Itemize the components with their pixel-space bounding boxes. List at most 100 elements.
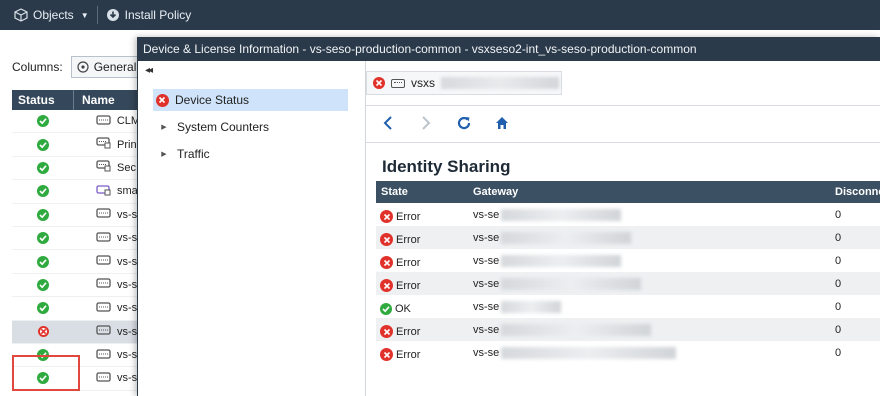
gateway-icon: [96, 325, 111, 338]
table-row[interactable]: vs-s: [12, 204, 140, 227]
table-row[interactable]: CLM: [12, 110, 140, 134]
table-row[interactable]: Error vs-se 0: [376, 272, 880, 295]
table-row[interactable]: vs-s: [12, 227, 140, 251]
name-text: vs-s: [117, 325, 138, 338]
redacted-text: [501, 231, 632, 244]
back-arrow-icon[interactable]: [380, 115, 396, 133]
table-row[interactable]: Error vs-se 0: [376, 249, 880, 272]
name-cell: sma: [74, 184, 138, 199]
status-cell: [12, 138, 74, 151]
gateways-panel: Columns: General Status Name CLM Prin Sec s…: [0, 30, 151, 396]
gateway-icon: [96, 348, 111, 362]
state-column-header[interactable]: State: [376, 186, 473, 198]
state-cell: OK: [376, 299, 473, 315]
table-row[interactable]: Error vs-se 0: [376, 341, 880, 364]
error-icon: [380, 348, 393, 361]
smart-icon: [96, 184, 111, 199]
name-text: vs-s: [117, 255, 138, 268]
objects-menu[interactable]: Objects ▼: [6, 0, 97, 30]
navigation-bar: [366, 105, 880, 143]
forward-arrow-icon[interactable]: [418, 115, 434, 133]
state-text: Error: [396, 233, 421, 246]
state-cell: Error: [376, 275, 473, 292]
tree-item-label: Traffic: [177, 147, 210, 161]
gateway-text: vs-se: [473, 208, 500, 221]
chevron-down-icon: ▼: [80, 10, 89, 20]
install-icon: [106, 9, 119, 21]
check-icon: [37, 138, 49, 151]
table-row[interactable]: OK vs-se 0: [376, 295, 880, 318]
status-cell: [12, 208, 74, 221]
table-row[interactable]: Sec: [12, 157, 140, 181]
table-row[interactable]: vs-s: [12, 320, 140, 344]
state-text: Error: [396, 325, 421, 338]
table-row[interactable]: vs-s: [12, 297, 140, 321]
gateway-text: vs-se: [473, 323, 500, 336]
tree-item-device-status[interactable]: Device Status: [153, 89, 348, 111]
home-icon[interactable]: [494, 115, 510, 133]
expand-arrow-icon[interactable]: ▶: [155, 150, 173, 158]
identity-table-header: State Gateway Disconnec: [376, 181, 880, 203]
redacted-text: [501, 277, 642, 290]
columns-dropdown-value: General: [93, 60, 137, 74]
gateway-icon: [96, 372, 111, 385]
top-toolbar: Objects ▼ Install Policy: [0, 0, 880, 30]
tree-item-traffic[interactable]: ▶ Traffic: [153, 143, 348, 165]
name-cell: Sec: [74, 160, 136, 175]
object-tab-label: vsxs: [411, 76, 435, 90]
name-text: vs-s: [117, 278, 138, 291]
name-cell: Prin: [74, 137, 137, 152]
table-row[interactable]: Error vs-se 0: [376, 318, 880, 341]
columns-selector-row: Columns: General: [12, 56, 151, 78]
gateway-column-header[interactable]: Gateway: [473, 186, 835, 198]
check-icon: [37, 302, 49, 315]
redacted-text: [501, 323, 652, 336]
table-row[interactable]: vs-s: [12, 274, 140, 298]
error-icon: [380, 256, 393, 269]
status-column-header[interactable]: Status: [12, 90, 74, 110]
dialog-title: Device & License Information - vs-seso-p…: [138, 37, 880, 61]
table-row[interactable]: Prin: [12, 133, 140, 157]
state-text: Error: [396, 210, 421, 223]
tree-item-system-counters[interactable]: ▶ System Counters: [153, 116, 348, 138]
gateway-icon: [96, 278, 111, 291]
object-tab[interactable]: vsxs: [366, 71, 562, 95]
disconnect-column-header[interactable]: Disconnec: [835, 186, 880, 198]
gateway-text: vs-se: [473, 254, 500, 267]
install-policy-button[interactable]: Install Policy: [98, 0, 200, 30]
status-cell: [12, 278, 74, 291]
redacted-text: [501, 254, 622, 267]
state-text: Error: [396, 256, 421, 269]
state-cell: Error: [376, 344, 473, 361]
gateway-icon: [96, 231, 111, 245]
status-cell: [12, 161, 74, 174]
table-row[interactable]: vs-s: [12, 250, 140, 274]
identity-sharing-table: State Gateway Disconnec Errorvs-se0Error…: [376, 181, 880, 364]
status-cell: [12, 232, 74, 245]
status-cell: [12, 255, 74, 268]
redacted-text: [441, 77, 559, 89]
disconnect-cell: 0: [835, 300, 842, 313]
gateway-text: vs-se: [473, 231, 500, 244]
gateways-table: Status Name CLM Prin Sec sma vs-s vs-s vs-s vs-…: [12, 90, 140, 391]
view-icon: [77, 61, 89, 73]
redacted-text: [501, 208, 622, 221]
name-column-header[interactable]: Name: [74, 93, 115, 107]
expand-arrow-icon[interactable]: ▶: [155, 123, 173, 131]
name-cell: vs-s: [74, 231, 137, 245]
refresh-icon[interactable]: [456, 115, 472, 134]
check-icon: [37, 278, 49, 291]
name-text: Prin: [117, 138, 137, 151]
gateway-icon: [391, 78, 405, 88]
collapse-pane-icon[interactable]: ◂◂: [145, 65, 153, 76]
table-row[interactable]: Error vs-se 0: [376, 203, 880, 226]
gateway-cell: vs-se: [473, 254, 835, 267]
gateway-text: vs-se: [473, 277, 500, 290]
gateway-icon: [96, 115, 111, 128]
table-row[interactable]: sma: [12, 180, 140, 204]
state-text: Error: [396, 348, 421, 361]
error-icon: [373, 77, 385, 89]
table-row[interactable]: Error vs-se 0: [376, 226, 880, 249]
name-cell: vs-s: [74, 325, 137, 338]
gateway-text: vs-se: [473, 346, 500, 359]
